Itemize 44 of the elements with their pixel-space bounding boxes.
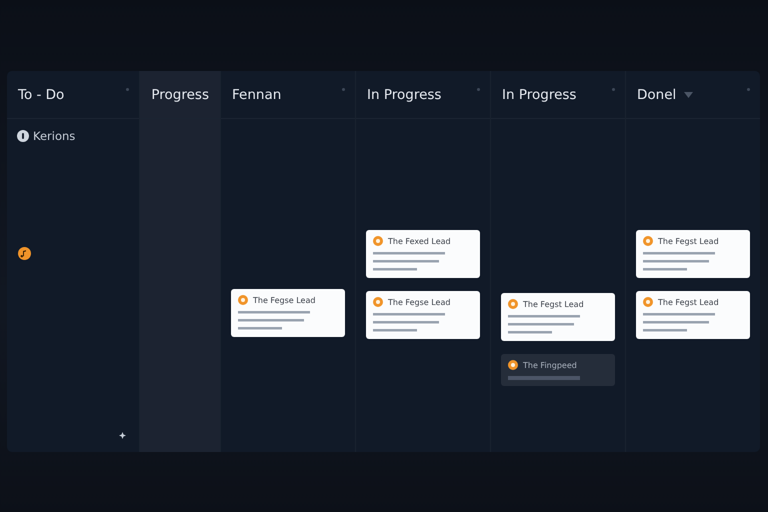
menu-dot-icon[interactable] <box>477 88 480 91</box>
badge-icon <box>643 236 653 246</box>
card-title: The Fegst Lead <box>523 300 584 308</box>
card-title: The Fegst Lead <box>658 298 719 306</box>
column-title: In Progress <box>367 86 442 102</box>
text-lines-drawing <box>643 252 715 272</box>
menu-dot-icon[interactable] <box>342 88 345 91</box>
task-card[interactable]: The Fegse Lead <box>366 291 480 339</box>
text-lines-drawing <box>508 376 580 380</box>
card-title: The Fegst Lead <box>658 236 719 246</box>
badge-icon <box>238 295 248 305</box>
badge-icon <box>508 299 518 309</box>
column-title: In Progress <box>502 86 576 102</box>
text-lines-drawing <box>508 315 580 335</box>
text-lines-drawing <box>373 252 445 272</box>
column-title: Fennan <box>232 86 282 102</box>
task-card[interactable]: The Fexed Lead <box>366 230 480 278</box>
card-title: The Fingpeed <box>523 360 577 370</box>
badge-icon <box>373 236 383 246</box>
text-lines-drawing <box>373 313 445 333</box>
menu-dot-icon[interactable] <box>612 88 615 91</box>
caret-icon[interactable] <box>684 92 694 98</box>
sparkle-icon <box>119 432 126 439</box>
column-label: Kerions <box>33 129 76 143</box>
card-title: The Fegse Lead <box>388 298 450 306</box>
task-card[interactable]: The Fegst Lead <box>636 230 750 278</box>
column-title: To - Do <box>18 86 64 102</box>
card-title: The Fexed Lead <box>388 236 451 246</box>
task-card[interactable]: The Fegse Lead <box>231 289 345 337</box>
column-title: Donel <box>637 86 676 102</box>
badge-icon <box>373 297 383 307</box>
badge-icon <box>508 360 518 370</box>
task-card[interactable]: The Fegst Lead <box>636 291 750 339</box>
column-title: Progress <box>151 86 209 102</box>
task-card[interactable]: The Fingpeed <box>501 354 615 386</box>
card-title: The Fegse Lead <box>253 296 316 304</box>
music-note-icon <box>18 247 31 260</box>
info-icon <box>17 130 29 142</box>
menu-dot-icon[interactable] <box>747 88 750 91</box>
text-lines-drawing <box>238 311 310 331</box>
menu-dot-icon[interactable] <box>126 88 130 91</box>
text-lines-drawing <box>643 313 715 333</box>
task-card[interactable]: The Fegst Lead <box>501 293 615 341</box>
badge-icon <box>643 297 653 307</box>
